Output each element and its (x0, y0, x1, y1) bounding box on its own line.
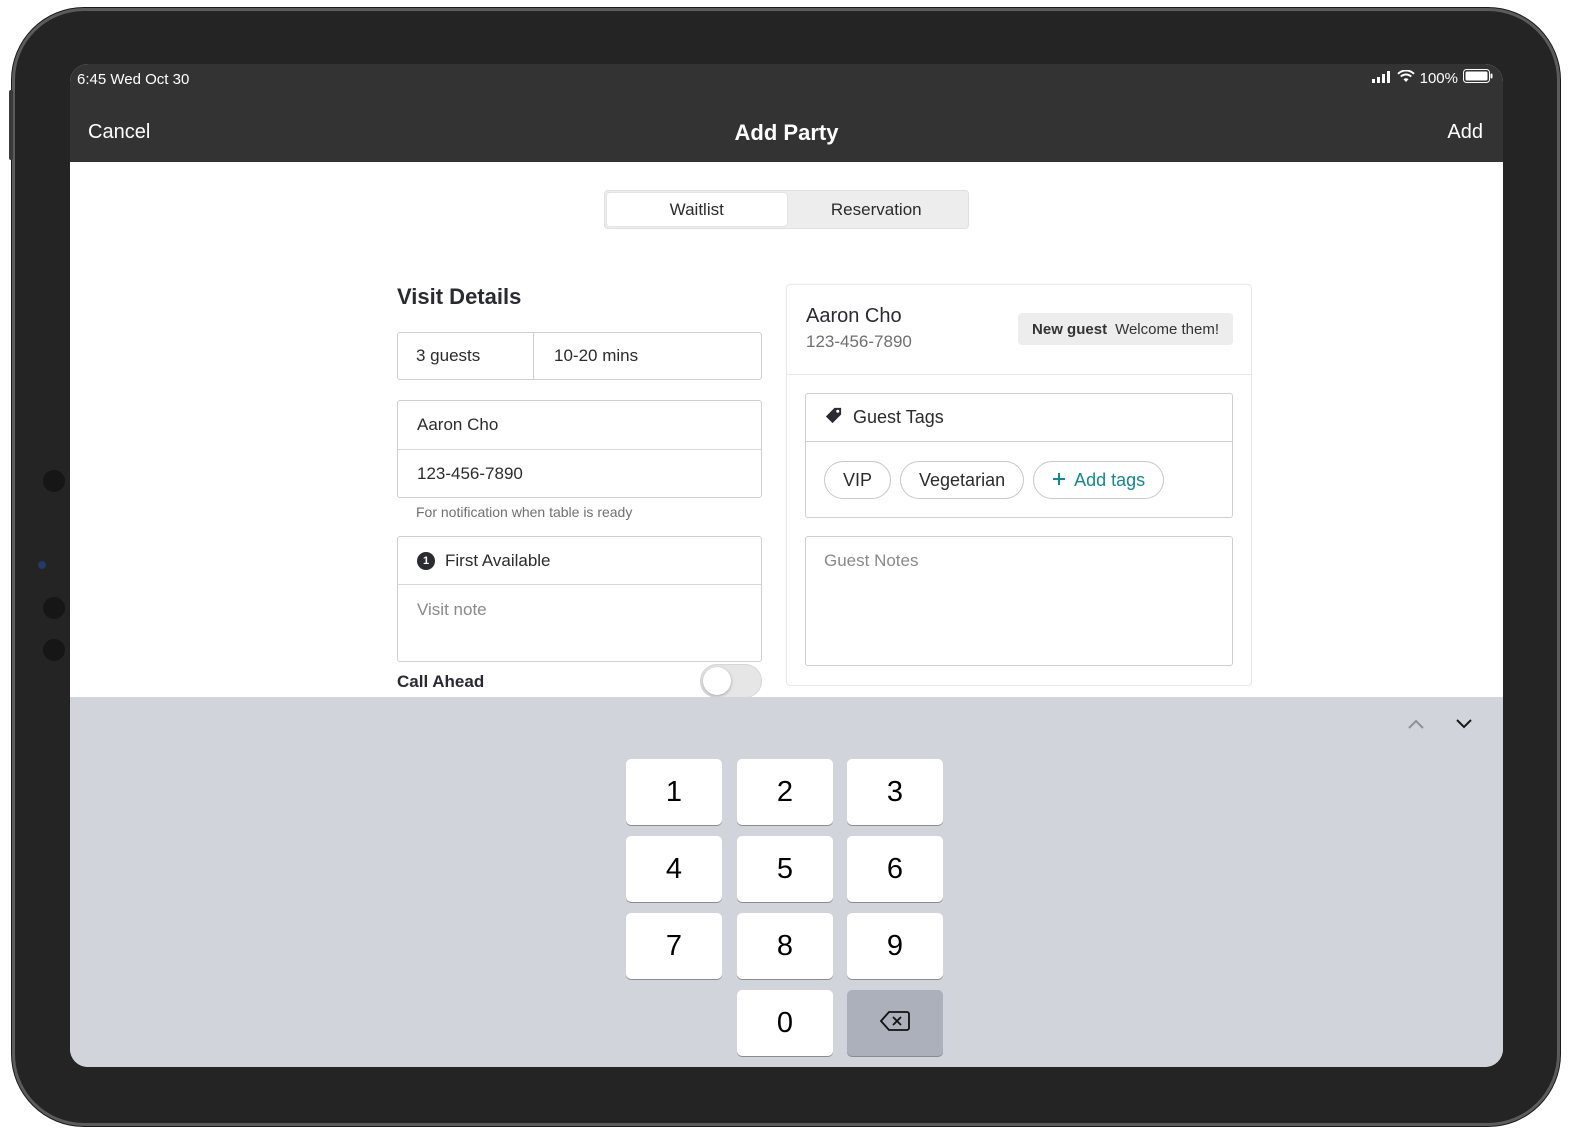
add-button[interactable]: Add (1447, 121, 1483, 144)
status-indicators: 100% (1371, 69, 1493, 87)
tag-icon (824, 406, 843, 430)
call-ahead-toggle[interactable] (700, 664, 762, 698)
sensor-dot (43, 470, 65, 492)
visit-details-title: Visit Details (397, 284, 522, 309)
key-2[interactable]: 2 (737, 759, 833, 825)
phone-field[interactable]: 123-456-7890 (398, 449, 761, 497)
wait-time-field[interactable]: 10-20 mins (533, 333, 761, 379)
guest-profile-card: Aaron Cho 123-456-7890 New guest Welcome… (786, 284, 1252, 686)
new-guest-badge: New guest Welcome them! (1018, 313, 1233, 345)
seating-box: 1 First Available Visit note (397, 536, 762, 662)
guest-count-field[interactable]: 3 guests (398, 333, 533, 379)
wifi-icon (1396, 69, 1415, 87)
add-tags-label: Add tags (1074, 469, 1146, 490)
screen: 6:45 Wed Oct 30 100% Cancel Add Party Ad… (70, 64, 1503, 1067)
sensor-dot (43, 639, 65, 661)
guest-header: Aaron Cho 123-456-7890 New guest Welcome… (787, 285, 1251, 375)
key-1[interactable]: 1 (626, 759, 722, 825)
tab-waitlist[interactable]: Waitlist (607, 193, 787, 226)
sensor-dot (43, 597, 65, 619)
numeric-keypad: 1 2 3 4 5 6 7 8 9 0 (70, 697, 1503, 1067)
key-4[interactable]: 4 (626, 836, 722, 902)
phone-hint: For notification when table is ready (416, 504, 633, 520)
status-time: 6:45 Wed Oct 30 (77, 71, 190, 88)
tag-chip-vegetarian[interactable]: Vegetarian (900, 461, 1025, 499)
keyboard-nav (1407, 715, 1473, 733)
tag-chip-vip[interactable]: VIP (824, 461, 892, 499)
call-ahead-row: Call Ahead (397, 664, 762, 698)
tag-list: VIP Vegetarian Add tags (806, 442, 1232, 518)
visit-note-input[interactable]: Visit note (398, 585, 761, 661)
guest-tags-title: Guest Tags (853, 407, 944, 427)
key-3[interactable]: 3 (847, 759, 943, 825)
plus-icon (1052, 470, 1066, 491)
seating-preference-label: First Available (445, 550, 551, 570)
previous-field-icon[interactable] (1407, 715, 1425, 733)
guest-tags-header: Guest Tags (806, 394, 1232, 442)
mode-segmented-control: Waitlist Reservation (604, 190, 969, 229)
volume-button (9, 90, 13, 160)
key-0[interactable]: 0 (737, 990, 833, 1056)
key-8[interactable]: 8 (737, 913, 833, 979)
seating-preference-field[interactable]: 1 First Available (398, 537, 761, 585)
party-size-wait-row: 3 guests 10-20 mins (397, 332, 762, 380)
signal-icon (1371, 70, 1392, 87)
guest-tags-box: Guest Tags VIP Vegetarian Add tags (805, 393, 1233, 518)
page-title: Add Party (734, 120, 839, 145)
camera-lens (38, 561, 46, 569)
nav-bar: Cancel Add Party Add (70, 97, 1503, 162)
backspace-key[interactable] (847, 990, 943, 1056)
new-guest-label: New guest (1032, 320, 1108, 338)
key-5[interactable]: 5 (737, 836, 833, 902)
battery-icon (1463, 69, 1493, 87)
key-6[interactable]: 6 (847, 836, 943, 902)
name-field[interactable]: Aaron Cho (398, 401, 761, 449)
welcome-text: Welcome them! (1115, 320, 1219, 338)
add-tags-button[interactable]: Add tags (1033, 461, 1165, 499)
seating-count-badge: 1 (417, 551, 435, 570)
visit-details-panel: Visit Details 3 guests 10-20 mins Aaron … (397, 284, 762, 698)
key-7[interactable]: 7 (626, 913, 722, 979)
call-ahead-label: Call Ahead (397, 672, 485, 691)
key-9[interactable]: 9 (847, 913, 943, 979)
backspace-icon (879, 1007, 910, 1040)
toggle-knob (703, 667, 731, 695)
tab-reservation[interactable]: Reservation (787, 193, 967, 226)
contact-fields: Aaron Cho 123-456-7890 (397, 400, 762, 498)
guest-name: Aaron Cho (806, 305, 902, 327)
next-field-icon[interactable] (1455, 715, 1473, 733)
status-bar: 6:45 Wed Oct 30 100% (70, 64, 1503, 97)
guest-phone: 123-456-7890 (806, 332, 912, 351)
guest-notes-input[interactable]: Guest Notes (805, 536, 1233, 666)
battery-percent: 100% (1419, 69, 1458, 87)
